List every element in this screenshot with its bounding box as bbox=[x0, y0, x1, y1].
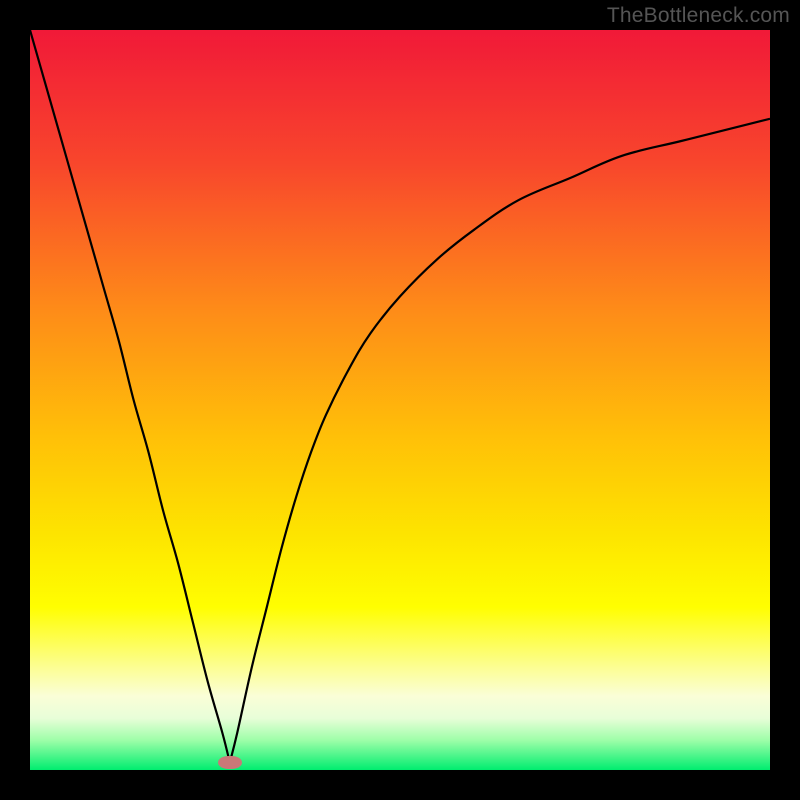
plot-area bbox=[30, 30, 770, 770]
watermark-text: TheBottleneck.com bbox=[607, 4, 790, 28]
curve-left-descent bbox=[30, 30, 230, 763]
bottleneck-curve bbox=[30, 30, 770, 770]
curve-right-ascent bbox=[230, 119, 770, 763]
optimal-marker bbox=[218, 756, 242, 769]
chart-frame: TheBottleneck.com bbox=[0, 0, 800, 800]
